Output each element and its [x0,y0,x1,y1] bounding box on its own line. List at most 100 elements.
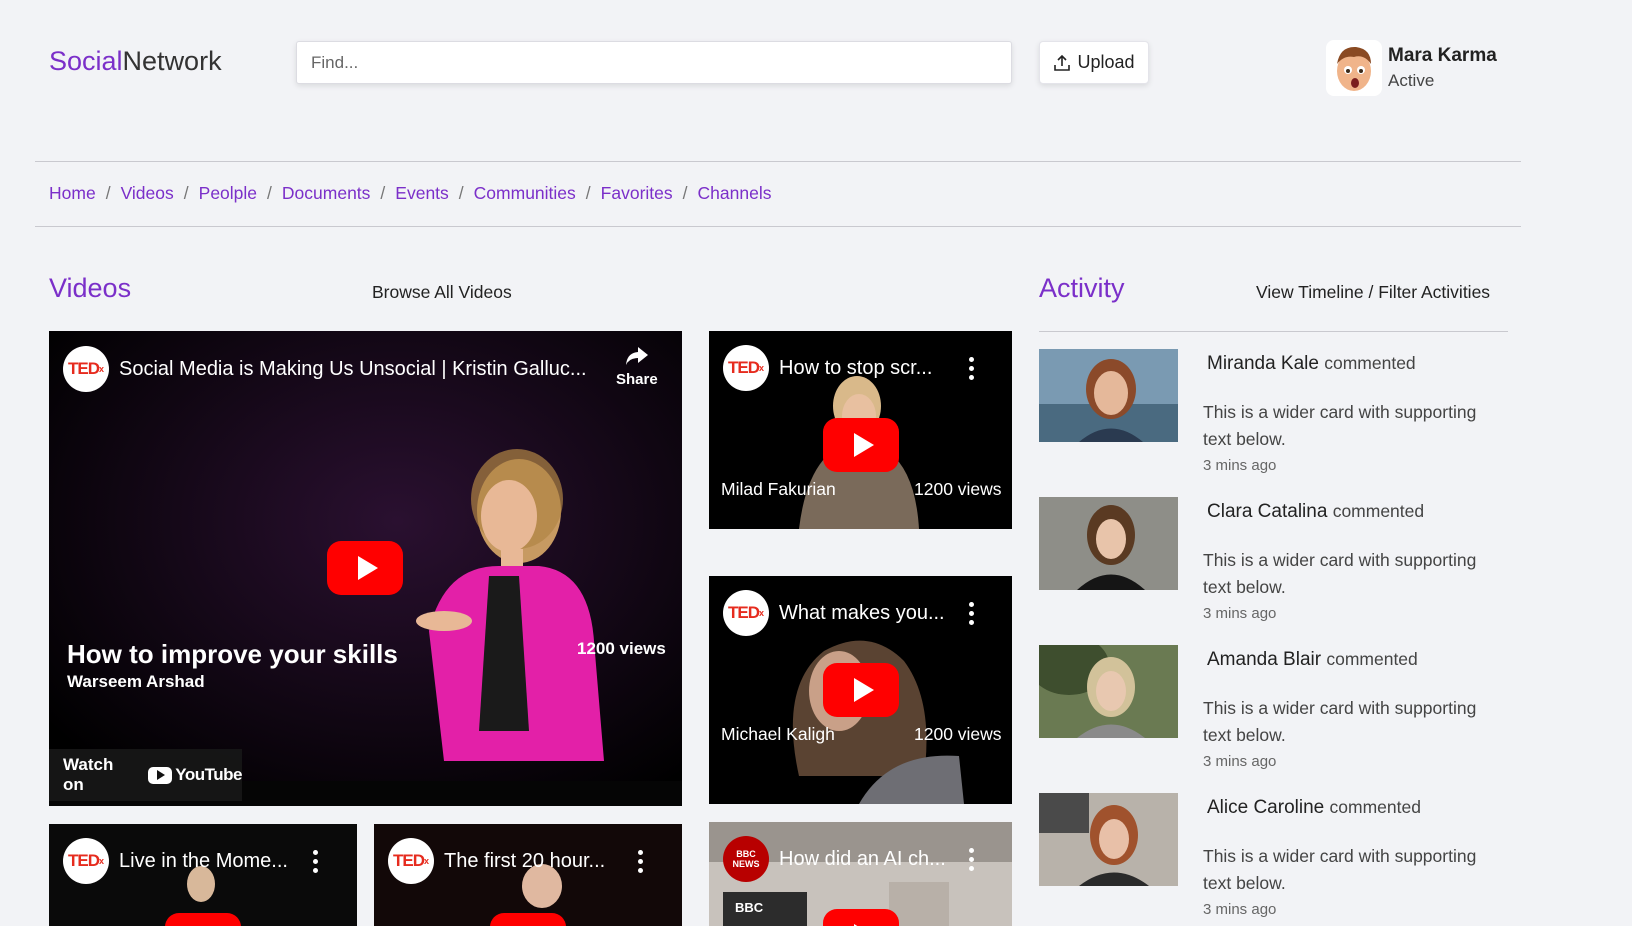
play-button[interactable] [165,913,241,926]
ted-channel-logo[interactable]: TED x [63,346,109,392]
video-title[interactable]: How to stop scr... [779,357,944,380]
video-card[interactable]: TED x What makes you... Michael Kaligh 12… [709,576,1012,804]
activity-text: This is a wider card with supporting tex… [1203,846,1477,893]
more-options-icon[interactable] [968,602,974,625]
activity-item[interactable]: Alice Caroline commented This is a wider… [1039,793,1509,923]
video-card[interactable]: TED x Live in the Mome... [49,824,357,926]
video-views: 1200 views [914,724,1002,744]
ted-channel-logo[interactable]: TED x [63,838,109,884]
video-header: TED x What makes you... [709,576,1012,650]
upload-label: Upload [1077,52,1135,72]
activity-text: This is a wider card with supporting tex… [1203,402,1477,449]
video-title[interactable]: Live in the Mome... [119,850,289,873]
video-title[interactable]: How did an AI ch... [779,848,949,871]
user-profile[interactable]: Mara Karma Active [1326,40,1497,96]
video-author: Milad Fakurian [721,479,836,499]
activity-photo-image [1039,349,1178,442]
breadcrumb-communities[interactable]: Communities [474,183,576,204]
ted-channel-logo[interactable]: TED x [388,838,434,884]
search-input[interactable] [296,41,1012,84]
activity-user-name[interactable]: Miranda Kale [1207,353,1319,374]
ted-channel-logo[interactable]: TED x [723,590,769,636]
activity-time: 3 mins ago [1203,753,1277,770]
play-button[interactable] [490,913,566,926]
video-card[interactable]: BBC NEWS How did an AI ch... BBC [709,822,1012,926]
breadcrumb-people[interactable]: Peolple [199,183,257,204]
brand-part-1: Social [49,46,123,76]
activity-time: 3 mins ago [1203,605,1277,622]
activity-user-name[interactable]: Alice Caroline [1207,797,1324,818]
activity-photo [1039,645,1178,738]
videos-heading: Videos [49,273,132,303]
breadcrumb-videos[interactable]: Videos [121,183,174,204]
watch-on-youtube-button[interactable]: Watch on YouTube [49,749,242,801]
video-card[interactable]: TED x The first 20 hour... [374,824,682,926]
activity-user-name[interactable]: Clara Catalina [1207,501,1327,522]
play-button[interactable] [823,663,899,717]
browse-all-videos-link[interactable]: Browse All Videos [372,282,512,303]
activity-photo-image [1039,645,1178,738]
more-options-icon[interactable] [637,850,643,873]
ted-logo-text: TED [727,603,760,622]
activity-header: Clara Catalina commented [1207,501,1424,523]
breadcrumb-documents[interactable]: Documents [282,183,371,204]
ted-x-mark: x [758,363,764,373]
activity-photo-image [1039,793,1178,886]
video-title[interactable]: The first 20 hour... [444,850,614,873]
activity-action: commented [1329,797,1421,817]
upload-button[interactable]: Upload [1039,41,1149,84]
breadcrumb: Home / Videos / Peolple / Documents / Ev… [49,183,771,204]
featured-video-player[interactable]: TED x Social Media is Making Us Unsocial … [49,331,682,806]
youtube-play-icon [148,766,173,784]
activity-item[interactable]: Miranda Kale commented This is a wider c… [1039,349,1509,479]
video-header: BBC NEWS How did an AI ch... [709,822,1012,896]
share-button[interactable]: Share [616,345,658,388]
ted-logo-text: TED [392,851,425,870]
video-author: Michael Kaligh [721,724,835,744]
activity-divider [1039,331,1508,332]
share-label: Share [616,371,658,388]
breadcrumb-home[interactable]: Home [49,183,96,204]
brand-logo[interactable]: SocialNetwork [49,46,222,77]
play-button[interactable] [823,909,899,926]
more-options-icon[interactable] [312,850,318,873]
view-timeline-filter-link[interactable]: View Timeline / Filter Activities [1256,282,1490,303]
ted-x-mark: x [423,856,429,866]
breadcrumb-separator: / [105,183,111,203]
activity-user-name[interactable]: Amanda Blair [1207,649,1321,670]
bbc-news-logo-text: BBC NEWS [732,849,760,869]
activity-header: Amanda Blair commented [1207,649,1418,671]
featured-video-title[interactable]: Social Media is Making Us Unsocial | Kri… [119,358,589,381]
more-options-icon[interactable] [968,848,974,871]
upload-icon [1054,54,1071,71]
avatar[interactable] [1326,40,1382,96]
featured-video-header: TED x Social Media is Making Us Unsocial … [49,331,682,407]
breadcrumb-separator: / [380,183,386,203]
activity-photo [1039,793,1178,886]
video-title[interactable]: What makes you... [779,602,944,625]
breadcrumb-separator: / [183,183,189,203]
activity-item[interactable]: Amanda Blair commented This is a wider c… [1039,645,1509,775]
more-options-icon[interactable] [968,357,974,380]
ted-x-mark: x [98,856,104,866]
ted-channel-logo[interactable]: TED x [723,345,769,391]
video-header: TED x The first 20 hour... [374,824,682,898]
activity-text: This is a wider card with supporting tex… [1203,550,1477,597]
breadcrumb-channels[interactable]: Channels [698,183,772,204]
activity-time: 3 mins ago [1203,457,1277,474]
play-button[interactable] [823,418,899,472]
activity-photo [1039,349,1178,442]
youtube-logo: YouTube [148,765,242,785]
breadcrumb-separator: / [267,183,272,203]
youtube-wordmark: YouTube [175,765,242,784]
video-card[interactable]: TED x How to stop scr... Milad Fakurian 1… [709,331,1012,529]
activity-text: This is a wider card with supporting tex… [1203,698,1477,745]
activity-photo [1039,497,1178,590]
breadcrumb-events[interactable]: Events [395,183,449,204]
featured-views: 1200 views [577,639,666,658]
breadcrumb-favorites[interactable]: Favorites [601,183,673,204]
activity-action: commented [1326,649,1418,669]
featured-play-button[interactable] [327,541,403,595]
activity-item[interactable]: Clara Catalina commented This is a wider… [1039,497,1509,627]
bbc-news-channel-logo[interactable]: BBC NEWS [723,836,769,882]
